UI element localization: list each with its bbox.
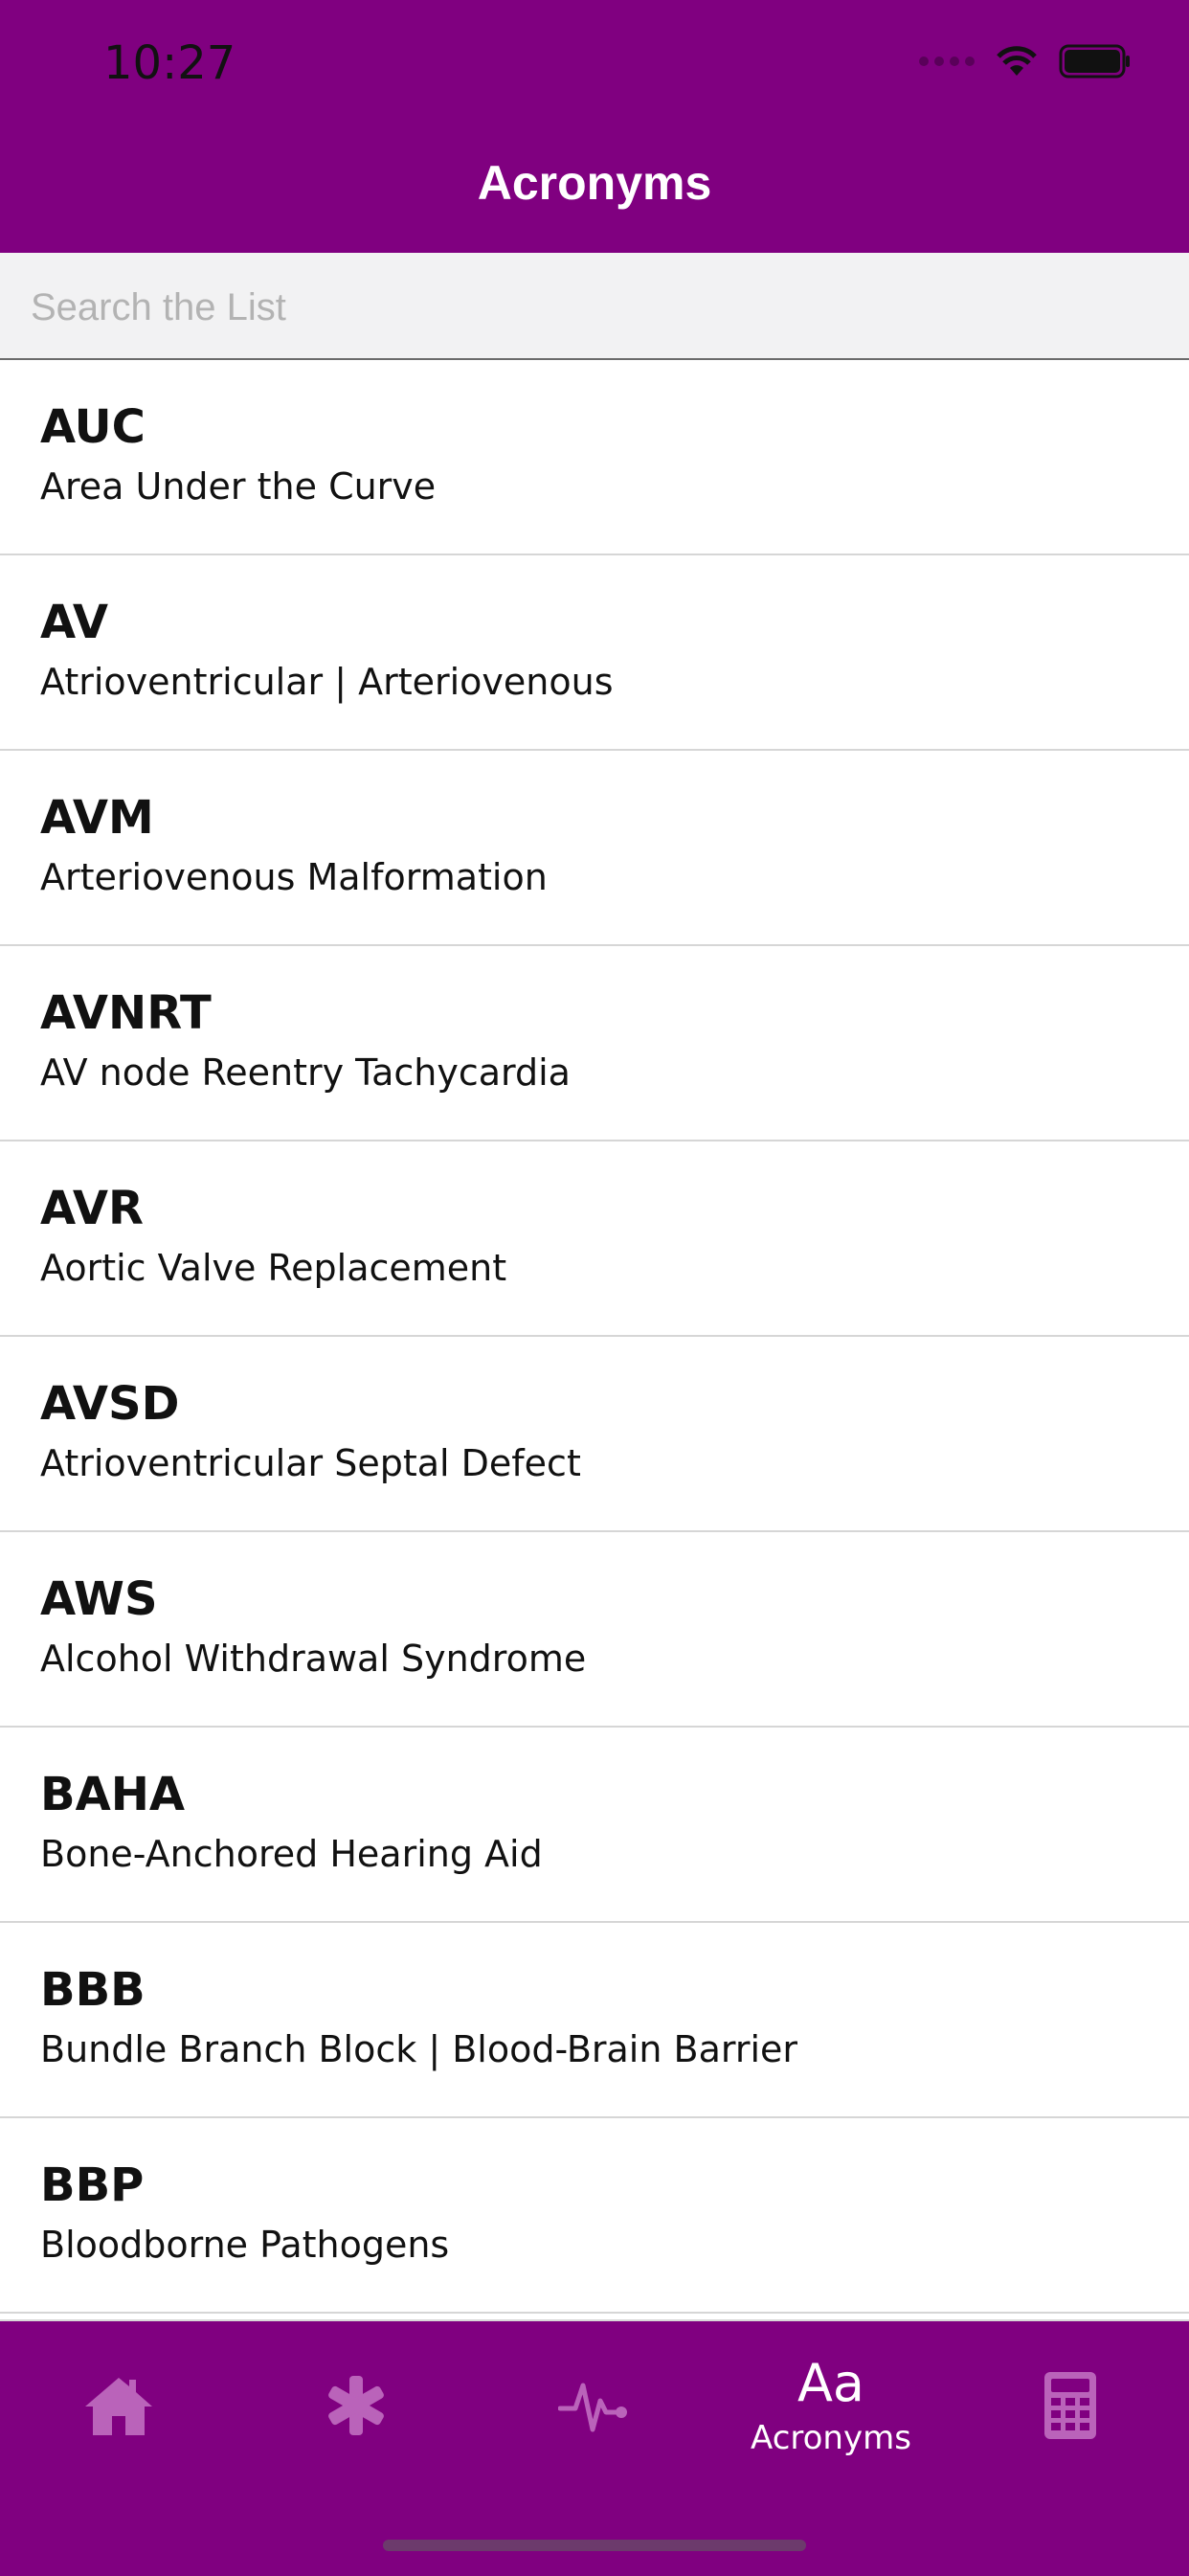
acronym-list: AUC Area Under the Curve AV Atrioventric… (0, 360, 1189, 2314)
acronym-title: AV (40, 596, 109, 649)
tab-bar: Aa Acronyms (0, 2319, 1189, 2576)
acronym-definition: AV node Reentry Tachycardia (40, 1051, 571, 1094)
list-item[interactable]: BAHA Bone-Anchored Hearing Aid (0, 1728, 1189, 1923)
tab-acronyms[interactable]: Aa Acronyms (712, 2321, 950, 2494)
acronym-definition: Arteriovenous Malformation (40, 856, 548, 898)
acronym-title: AVSD (40, 1377, 180, 1431)
tab-asterisk[interactable] (237, 2321, 475, 2494)
home-icon (83, 2374, 154, 2442)
battery-icon (1059, 44, 1132, 79)
acronym-title: BAHA (40, 1768, 186, 1821)
calculator-icon (1044, 2371, 1096, 2444)
acronym-title: AWS (40, 1572, 158, 1626)
status-time: 10:27 (103, 36, 236, 90)
acronyms-icon: Aa (796, 2353, 865, 2413)
tab-home[interactable] (0, 2321, 237, 2494)
acronym-title: AVM (40, 791, 154, 845)
acronym-definition: Bloodborne Pathogens (40, 2224, 450, 2266)
list-item[interactable]: AWS Alcohol Withdrawal Syndrome (0, 1532, 1189, 1728)
list-item[interactable]: AUC Area Under the Curve (0, 360, 1189, 555)
acronym-title: AVR (40, 1182, 144, 1235)
search-bar (0, 253, 1189, 360)
list-item[interactable]: AVNRT AV node Reentry Tachycardia (0, 946, 1189, 1141)
acronym-definition: Atrioventricular | Arteriovenous (40, 661, 614, 703)
page-title: Acronyms (477, 156, 712, 210)
acronym-definition: Bone-Anchored Hearing Aid (40, 1833, 543, 1875)
tab-calculator[interactable] (952, 2321, 1189, 2494)
list-item[interactable]: AVR Aortic Valve Replacement (0, 1141, 1189, 1337)
list-item[interactable]: BBP Bloodborne Pathogens (0, 2118, 1189, 2314)
acronym-title: AVNRT (40, 986, 212, 1040)
acronym-definition: Alcohol Withdrawal Syndrome (40, 1638, 587, 1680)
acronym-title: BBB (40, 1963, 146, 2017)
tab-vitals[interactable] (475, 2321, 712, 2494)
acronym-definition: Atrioventricular Septal Defect (40, 1442, 581, 1484)
asterisk-icon (325, 2374, 388, 2442)
acronym-title: AUC (40, 400, 146, 454)
wifi-icon (996, 45, 1038, 78)
search-input[interactable] (29, 272, 1162, 343)
acronym-definition: Bundle Branch Block | Blood-Brain Barrie… (40, 2028, 798, 2070)
list-item[interactable]: AVM Arteriovenous Malformation (0, 751, 1189, 946)
home-indicator (383, 2540, 806, 2551)
acronym-definition: Area Under the Curve (40, 465, 437, 508)
acronym-title: BBP (40, 2158, 145, 2212)
cellular-signal-icon (919, 56, 975, 66)
app-header: 10:27 Acronyms (0, 0, 1189, 253)
status-icons (919, 44, 1132, 79)
list-item[interactable]: BBB Bundle Branch Block | Blood-Brain Ba… (0, 1923, 1189, 2118)
heartbeat-icon (557, 2374, 629, 2442)
tab-label: Acronyms (751, 2419, 911, 2457)
list-item[interactable]: AV Atrioventricular | Arteriovenous (0, 555, 1189, 751)
list-item[interactable]: AVSD Atrioventricular Septal Defect (0, 1337, 1189, 1532)
acronym-definition: Aortic Valve Replacement (40, 1247, 507, 1289)
